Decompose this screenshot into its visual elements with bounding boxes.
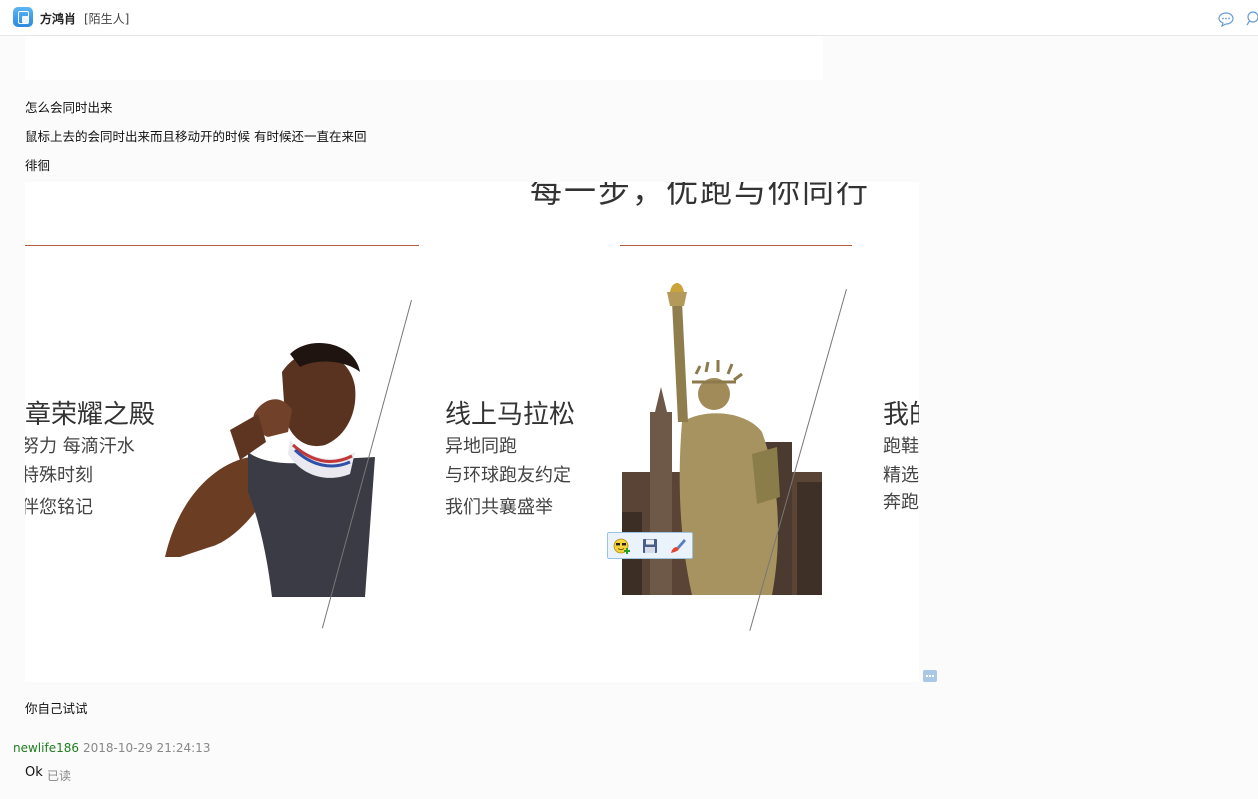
panel1-line: 特殊时刻 xyxy=(25,465,93,486)
image-hover-toolbar xyxy=(607,532,693,559)
panel1-line: 伴您铭记 xyxy=(25,497,93,518)
panel2-line: 异地同跑 xyxy=(445,436,517,457)
divider-line xyxy=(25,245,419,246)
message-text: 你自己试试 xyxy=(25,701,88,716)
image-top-title: 每一步，优跑与你同行 xyxy=(530,182,871,210)
save-icon[interactable] xyxy=(641,537,659,555)
panel1-line: 努力 每滴汗水 xyxy=(25,436,135,457)
chat-header: 方鸿肖 [陌生人] xyxy=(0,0,1258,36)
more-options-icon[interactable] xyxy=(923,670,937,682)
add-emoji-icon[interactable] xyxy=(613,537,631,555)
search-icon[interactable] xyxy=(1246,11,1258,27)
contact-name[interactable]: 方鸿肖 xyxy=(40,10,76,27)
message-timestamp: 2018-10-29 21:24:13 xyxy=(83,741,211,755)
contact-tag: [陌生人] xyxy=(84,12,130,26)
panel3-line: 奔跑 xyxy=(883,492,919,513)
message-text: 鼠标上去的会同时出来而且移动开的时候 有时候还一直在来回 xyxy=(25,129,367,144)
panel2-title: 线上马拉松 xyxy=(445,400,576,430)
panel2-line: 我们共襄盛举 xyxy=(445,497,553,518)
message-text: 怎么会同时出来 xyxy=(25,100,113,115)
previous-image[interactable] xyxy=(25,36,823,80)
panel3-line: 跑鞋 xyxy=(883,436,919,457)
panel1-title: 章荣耀之殿 xyxy=(25,400,156,430)
shared-image[interactable]: 每一步，优跑与你同行 章荣耀之殿 努力 每滴汗水 特殊时刻 伴您铭记 线上马拉松… xyxy=(25,182,919,682)
runner-photo xyxy=(165,342,375,597)
divider-line xyxy=(620,245,852,246)
panel3-title: 我的 xyxy=(883,400,919,430)
chat-bubble-icon[interactable] xyxy=(1218,11,1234,27)
app-icon xyxy=(13,7,33,27)
panel3-line: 精选 xyxy=(883,465,919,486)
sender-name[interactable]: newlife186 xyxy=(13,741,79,755)
message-text: 徘徊 xyxy=(25,158,51,173)
read-status: 已读 xyxy=(47,769,72,783)
panel2-line: 与环球跑友约定 xyxy=(445,465,571,486)
edit-brush-icon[interactable] xyxy=(669,537,687,555)
reply-text: Ok xyxy=(25,765,43,780)
